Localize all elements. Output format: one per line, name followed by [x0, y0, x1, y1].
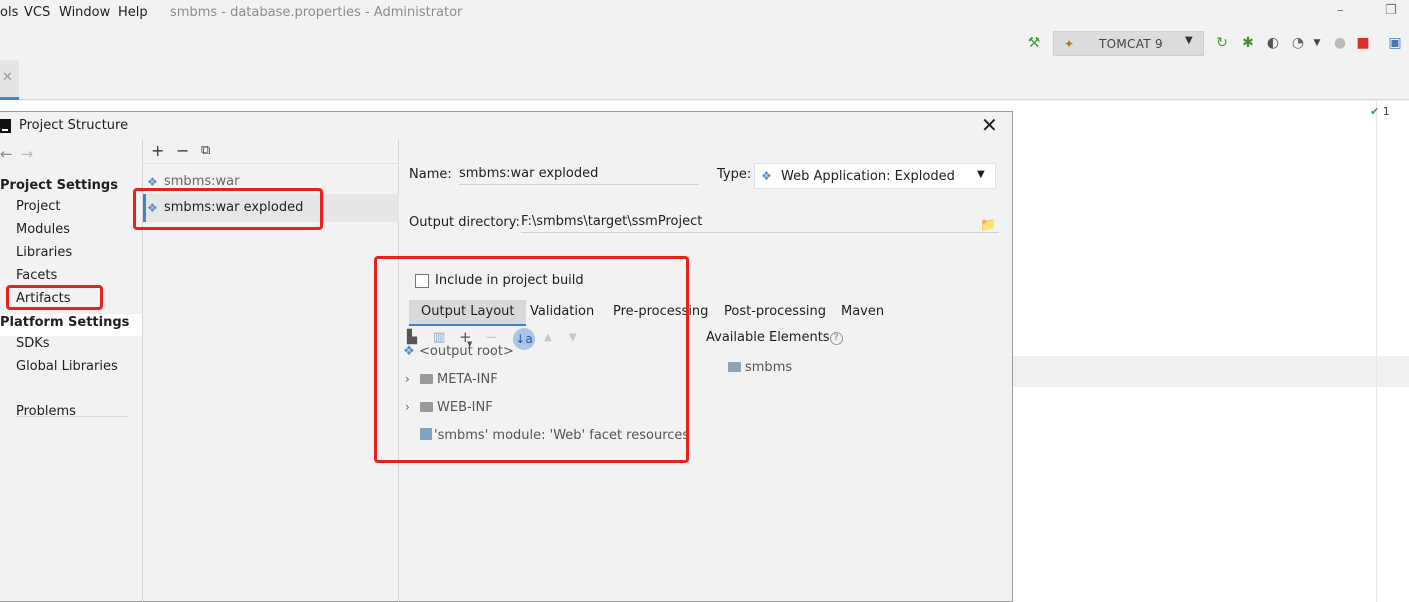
restore-icon[interactable]: ❐ [1385, 3, 1397, 18]
intellij-logo-icon [0, 119, 11, 133]
project-structure-icon[interactable]: ▣ [1386, 34, 1404, 52]
copy-icon[interactable]: ⧉ [201, 143, 210, 158]
nav-item-libraries[interactable]: Libraries [16, 245, 72, 260]
menu-tools[interactable]: ols [0, 5, 18, 20]
stop-icon[interactable]: ■ [1354, 34, 1372, 52]
nav-item-project[interactable]: Project [16, 199, 60, 214]
web-artifact-icon: ❖ [147, 175, 158, 189]
output-directory-field[interactable]: F:\smbms\target\ssmProject [521, 209, 999, 233]
artifact-label: smbms:war [164, 174, 240, 189]
nav-item-facets[interactable]: Facets [16, 268, 57, 283]
available-elements-header: Available Elements? [706, 330, 843, 345]
right-margin-guide [1376, 101, 1377, 602]
inspection-indicator[interactable]: ✔ 1 [1370, 105, 1390, 118]
dialog-titlebar: Project Structure ✕ [0, 112, 1012, 140]
section-platform-settings: Platform Settings [0, 315, 130, 330]
settings-nav: ← → Project Settings Project Modules Libr… [0, 140, 142, 602]
chevron-down-icon[interactable]: ▼ [1308, 34, 1326, 52]
module-icon [728, 362, 741, 372]
chevron-down-icon: ▼ [1185, 35, 1193, 46]
name-field[interactable]: smbms:war exploded [459, 161, 699, 185]
help-icon[interactable]: ? [829, 332, 843, 345]
dialog-title: Project Structure [19, 118, 129, 133]
close-icon[interactable]: ✕ [981, 114, 998, 136]
check-icon: ✔ [1370, 105, 1380, 118]
remove-icon[interactable]: − [176, 141, 189, 160]
available-elements-label: Available Elements [706, 330, 830, 345]
output-directory-label: Output directory: [409, 215, 520, 230]
forward-arrow-icon[interactable]: → [21, 145, 34, 163]
type-select-value: Web Application: Exploded [781, 169, 955, 184]
section-project-settings: Project Settings [0, 178, 118, 193]
coverage-icon[interactable]: ◐ [1264, 34, 1282, 52]
annotation-output-layout-highlight [374, 256, 689, 463]
attach-icon[interactable]: ● [1331, 34, 1349, 52]
back-arrow-icon[interactable]: ← [0, 145, 13, 163]
available-element-label: smbms [745, 360, 793, 375]
inspection-count: 1 [1382, 105, 1390, 118]
name-label: Name: [409, 167, 452, 182]
menubar: ols VCS Window Help smbms - database.pro… [0, 0, 1409, 26]
close-icon[interactable]: ✕ [2, 70, 13, 85]
available-element-smbms[interactable]: smbms [728, 360, 792, 375]
window-title: smbms - database.properties - Administra… [170, 5, 463, 20]
nav-item-global-libraries[interactable]: Global Libraries [16, 359, 118, 374]
artifact-list-toolbar: + − ⧉ [143, 140, 399, 164]
editor-tab[interactable]: ✕ [0, 60, 19, 100]
editor-tabstrip: ✕ [0, 60, 1409, 100]
tab-maven[interactable]: Maven [841, 300, 884, 326]
nav-item-sdks[interactable]: SDKs [16, 336, 50, 351]
profile-icon[interactable]: ◔ [1289, 34, 1307, 52]
caret-line-highlight [1013, 356, 1409, 387]
tab-post-processing[interactable]: Post-processing [724, 300, 826, 326]
type-select[interactable]: ❖ Web Application: Exploded ▼ [754, 163, 996, 189]
menu-help[interactable]: Help [118, 5, 148, 20]
chevron-down-icon: ▼ [977, 169, 985, 180]
hammer-icon[interactable]: ⚒ [1025, 34, 1043, 52]
debug-icon[interactable]: ✱ [1239, 34, 1257, 52]
minimize-icon[interactable]: – [1337, 3, 1344, 18]
nav-item-problems[interactable]: Problems [16, 404, 76, 419]
menu-vcs[interactable]: VCS [24, 5, 50, 20]
tomcat-icon: ✦ [1064, 37, 1075, 51]
folder-browse-icon[interactable]: 📁 [980, 218, 996, 233]
run-configuration-label: TOMCAT 9 [1099, 37, 1163, 51]
type-label: Type: [717, 167, 752, 182]
annotation-artifacts-nav-highlight [6, 285, 103, 310]
menu-window[interactable]: Window [59, 5, 110, 20]
nav-history: ← → [0, 145, 41, 163]
nav-item-modules[interactable]: Modules [16, 222, 70, 237]
web-artifact-icon: ❖ [761, 169, 772, 183]
run-configuration-select[interactable]: ✦ TOMCAT 9 ▼ [1053, 31, 1204, 56]
rerun-icon[interactable]: ↻ [1213, 34, 1231, 52]
annotation-artifact-highlight [133, 188, 323, 230]
add-icon[interactable]: + [151, 141, 164, 160]
